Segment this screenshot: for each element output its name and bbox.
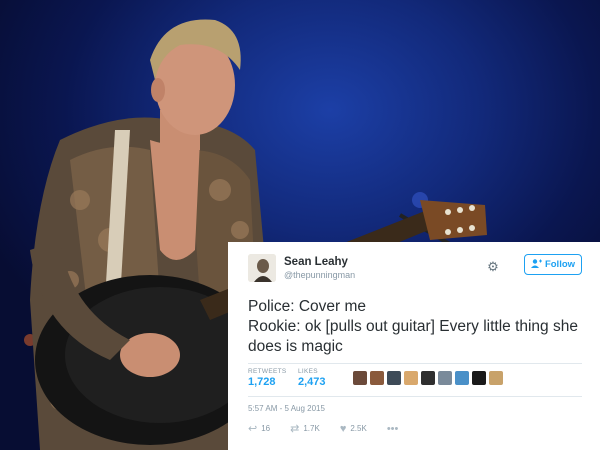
reply-button[interactable]: ↩ 16	[248, 422, 270, 435]
liker-avatar[interactable]	[472, 371, 486, 385]
liker-avatar[interactable]	[404, 371, 418, 385]
tweet-stats: RETWEETS 1,728 LIKES 2,473	[248, 363, 582, 397]
liker-avatar[interactable]	[455, 371, 469, 385]
avatar-illustration	[248, 254, 276, 282]
retweet-action-count: 1.7K	[303, 424, 320, 433]
more-icon: •••	[386, 422, 399, 435]
likes-stat[interactable]: LIKES 2,473	[298, 368, 326, 388]
follow-button[interactable]: Follow	[524, 254, 582, 275]
likes-label: LIKES	[298, 368, 318, 375]
like-action-count: 2.5K	[350, 424, 367, 433]
reply-count: 16	[261, 424, 271, 433]
retweets-label: RETWEETS	[248, 368, 287, 375]
liker-avatar[interactable]	[421, 371, 435, 385]
likes-count: 2,473	[298, 376, 326, 388]
liker-avatar[interactable]	[370, 371, 384, 385]
follow-label: Follow	[544, 259, 576, 270]
tweet-header: Sean Leahy @thepunningman ⚙ Follow	[248, 252, 582, 286]
liker-avatar[interactable]	[387, 371, 401, 385]
gear-icon[interactable]: ⚙	[486, 260, 500, 274]
tweet-timestamp[interactable]: 5:57 AM - 5 Aug 2015	[248, 404, 582, 413]
retweet-button[interactable]: ⇄ 1.7K	[290, 422, 320, 435]
tweet-text-line: Rookie: ok [pulls out guitar] Every litt…	[248, 318, 578, 335]
heart-icon: ♥	[339, 422, 347, 435]
tweet-card: Sean Leahy @thepunningman ⚙ Follow Polic…	[228, 242, 600, 450]
retweets-count: 1,728	[248, 376, 276, 388]
tweet-actions: ↩ 16 ⇄ 1.7K ♥ 2.5K •••	[248, 422, 582, 436]
like-button[interactable]: ♥ 2.5K	[340, 423, 367, 435]
retweets-stat[interactable]: RETWEETS 1,728	[248, 368, 287, 388]
retweet-icon: ⇄	[290, 423, 300, 435]
add-user-glyph	[530, 258, 542, 268]
tweet-text-line: does is magic	[248, 338, 343, 355]
user-handle[interactable]: @thepunningman	[284, 270, 355, 280]
tweet-text: Police: Cover me Rookie: ok [pulls out g…	[248, 297, 582, 357]
add-user-icon	[530, 258, 542, 271]
tweet-text-line: Police: Cover me	[248, 298, 367, 315]
reply-icon: ↩	[248, 423, 258, 435]
avatar[interactable]	[248, 254, 276, 282]
user-name[interactable]: Sean Leahy	[284, 256, 348, 268]
liker-avatar[interactable]	[438, 371, 452, 385]
more-button[interactable]: •••	[387, 423, 399, 435]
liker-avatar[interactable]	[353, 371, 367, 385]
liker-avatars	[353, 371, 503, 385]
liker-avatar[interactable]	[489, 371, 503, 385]
